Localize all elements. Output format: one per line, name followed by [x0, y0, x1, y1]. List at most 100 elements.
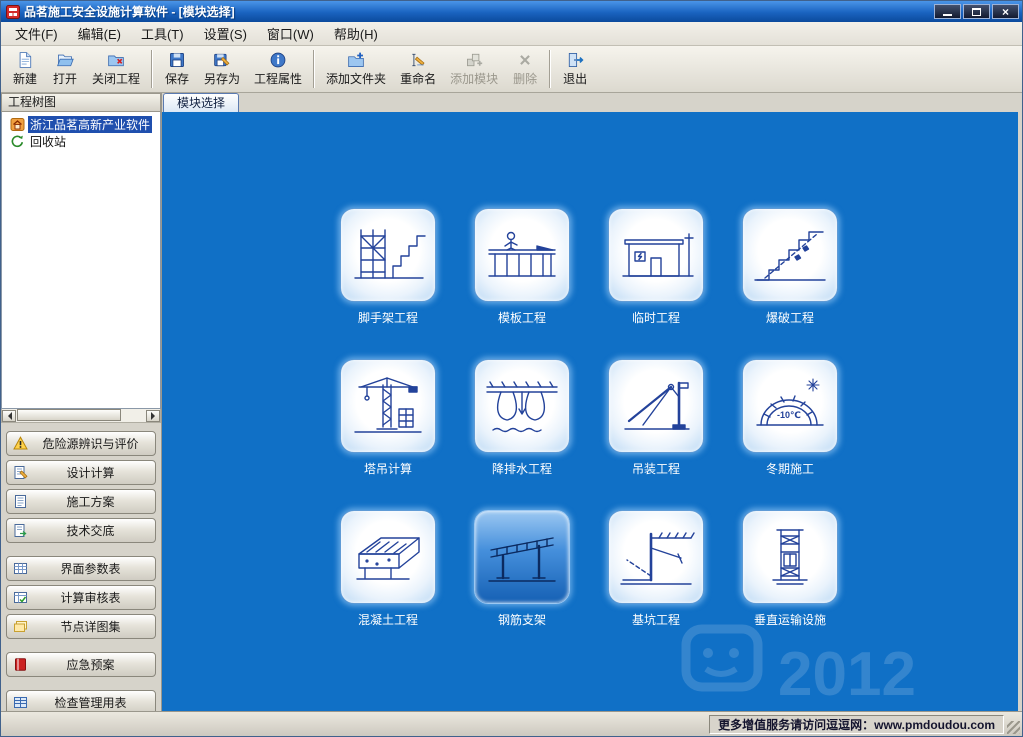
- scroll-left-icon: [4, 412, 12, 420]
- open-button[interactable]: 打开: [45, 48, 85, 90]
- construction-plan-icon: [13, 494, 28, 509]
- module-hoisting[interactable]: 吊装工程: [608, 359, 704, 477]
- module-label: 模板工程: [498, 309, 546, 326]
- module-winter-construction[interactable]: -10℃ 冬期施工: [742, 359, 838, 477]
- module-tile[interactable]: [474, 359, 570, 453]
- close-button[interactable]: ×: [992, 4, 1019, 19]
- toolbar: 新建 打开 关闭工程 保存: [1, 46, 1022, 93]
- module-tile-active[interactable]: [474, 510, 570, 604]
- sidebar-button-audit-table[interactable]: 计算审核表: [6, 585, 156, 610]
- winter-temp-annotation: -10℃: [777, 410, 801, 420]
- minimize-icon: [943, 14, 952, 16]
- module-concrete[interactable]: 混凝土工程: [340, 510, 436, 628]
- module-label: 吊装工程: [632, 460, 680, 477]
- sidebar-button-construction-plan[interactable]: 施工方案: [6, 489, 156, 514]
- module-label: 混凝土工程: [358, 611, 418, 628]
- sidebar-button-label: 界面参数表: [32, 560, 149, 577]
- module-tile[interactable]: [742, 208, 838, 302]
- check-table-icon: [13, 695, 28, 710]
- tab-bar: 模块选择: [162, 93, 1022, 112]
- app-logo-icon: [6, 5, 20, 19]
- toolbar-separator: [549, 50, 551, 88]
- module-vertical-transport[interactable]: 垂直运输设施: [742, 510, 838, 628]
- toolbar-label: 重命名: [400, 70, 436, 87]
- sidebar-group-gap: [1, 547, 161, 556]
- module-scaffolding[interactable]: 脚手架工程: [340, 208, 436, 326]
- scrollbar-thumb[interactable]: [17, 409, 121, 421]
- module-tile[interactable]: [340, 359, 436, 453]
- resize-grip[interactable]: [1007, 721, 1020, 734]
- rename-button[interactable]: 重命名: [393, 48, 443, 90]
- sidebar-button-hazard-identification[interactable]: 危险源辨识与评价: [6, 431, 156, 456]
- module-label: 垂直运输设施: [754, 611, 826, 628]
- toolbar-label: 关闭工程: [92, 70, 140, 87]
- module-tile[interactable]: [474, 208, 570, 302]
- module-tile[interactable]: [608, 510, 704, 604]
- module-tile[interactable]: [742, 510, 838, 604]
- sidebar-button-tech-disclosure[interactable]: 技术交底: [6, 518, 156, 543]
- sidebar-button-design-calc[interactable]: 设计计算: [6, 460, 156, 485]
- rebar-support-icon: [481, 526, 563, 588]
- exit-button[interactable]: 退出: [555, 48, 595, 90]
- horizontal-scrollbar[interactable]: [1, 409, 161, 423]
- module-temporary-works[interactable]: 临时工程: [608, 208, 704, 326]
- module-foundation-pit[interactable]: 基坑工程: [608, 510, 704, 628]
- menu-edit[interactable]: 编辑(E): [68, 21, 131, 46]
- home-icon: [10, 117, 25, 132]
- tree-item-project-root[interactable]: 浙江品茗高新产业软件: [4, 116, 158, 133]
- window-title: 品茗施工安全设施计算软件 - [模块选择]: [24, 3, 934, 20]
- close-project-icon: [105, 51, 127, 69]
- title-bar[interactable]: 品茗施工安全设施计算软件 - [模块选择] ×: [1, 1, 1022, 22]
- menu-window[interactable]: 窗口(W): [257, 21, 324, 46]
- save-as-icon: [211, 51, 233, 69]
- toolbar-label: 打开: [53, 70, 77, 87]
- maximize-button[interactable]: [963, 4, 990, 19]
- module-tile[interactable]: [608, 359, 704, 453]
- save-button[interactable]: 保存: [157, 48, 197, 90]
- emergency-plan-icon: [13, 657, 28, 672]
- sidebar-button-label: 节点详图集: [32, 618, 149, 635]
- module-label: 钢筋支架: [498, 611, 546, 628]
- sidebar-button-parameter-table[interactable]: 界面参数表: [6, 556, 156, 581]
- project-properties-button[interactable]: 工程属性: [247, 48, 309, 90]
- module-tile[interactable]: -10℃: [742, 359, 838, 453]
- minimize-button[interactable]: [934, 4, 961, 19]
- module-rebar-support[interactable]: 钢筋支架: [474, 510, 570, 628]
- delete-button[interactable]: 删除: [505, 48, 545, 90]
- module-tile[interactable]: [340, 208, 436, 302]
- module-label: 脚手架工程: [358, 309, 418, 326]
- sidebar-group-gap: [1, 643, 161, 652]
- menu-tools[interactable]: 工具(T): [131, 21, 194, 46]
- module-blasting[interactable]: 爆破工程: [742, 208, 838, 326]
- module-dewatering[interactable]: 降排水工程: [474, 359, 570, 477]
- sidebar-button-label: 检查管理用表: [32, 694, 149, 711]
- tab-module-select[interactable]: 模块选择: [163, 93, 239, 112]
- sidebar-button-label: 施工方案: [32, 493, 149, 510]
- add-module-button[interactable]: 添加模块: [443, 48, 505, 90]
- menu-settings[interactable]: 设置(S): [194, 21, 257, 46]
- add-folder-button[interactable]: 添加文件夹: [319, 48, 393, 90]
- module-tile[interactable]: [340, 510, 436, 604]
- menu-file[interactable]: 文件(F): [5, 21, 68, 46]
- tree-item-recycle-bin[interactable]: 回收站: [4, 133, 158, 150]
- module-tile[interactable]: [608, 208, 704, 302]
- module-tower-crane[interactable]: 塔吊计算: [340, 359, 436, 477]
- concrete-icon: [347, 526, 429, 588]
- toolbar-label: 工程属性: [254, 70, 302, 87]
- menu-bar: 文件(F) 编辑(E) 工具(T) 设置(S) 窗口(W) 帮助(H): [1, 22, 1022, 46]
- scroll-left-button[interactable]: [2, 410, 16, 422]
- module-grid: 脚手架工程 模板工程: [340, 208, 838, 628]
- module-formwork[interactable]: 模板工程: [474, 208, 570, 326]
- toolbar-label: 删除: [513, 70, 537, 87]
- sidebar-button-detail-atlas[interactable]: 节点详图集: [6, 614, 156, 639]
- menu-help[interactable]: 帮助(H): [324, 21, 388, 46]
- save-as-button[interactable]: 另存为: [197, 48, 247, 90]
- close-project-button[interactable]: 关闭工程: [85, 48, 147, 90]
- scroll-right-button[interactable]: [146, 410, 160, 422]
- new-button[interactable]: 新建: [5, 48, 45, 90]
- status-bar: 更多增值服务请访问逗逗网：www.pmdoudou.com: [1, 711, 1022, 736]
- parameter-table-icon: [13, 561, 28, 576]
- sidebar-button-emergency-plan[interactable]: 应急预案: [6, 652, 156, 677]
- watermark-year: 2012: [778, 640, 916, 709]
- dewatering-icon: [481, 375, 563, 437]
